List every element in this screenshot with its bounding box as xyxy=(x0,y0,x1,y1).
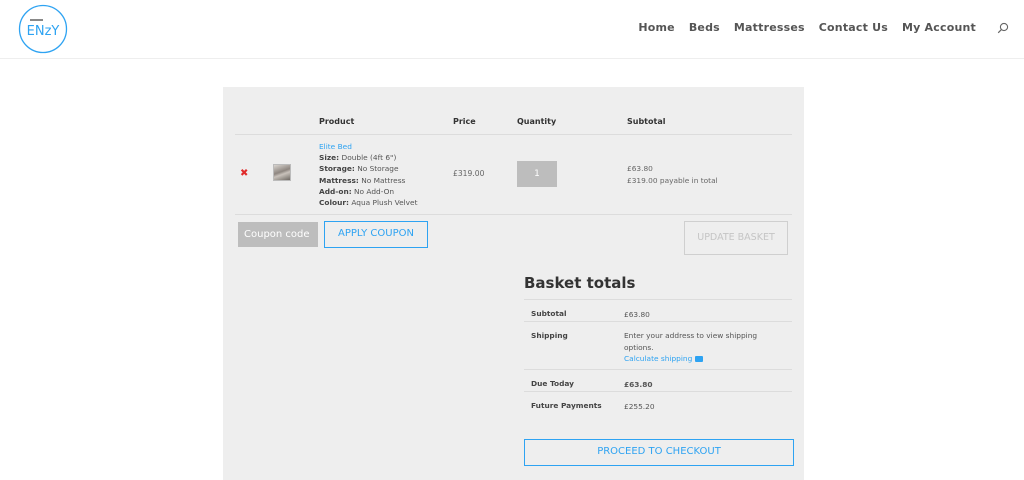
product-name-link[interactable]: Elite Bed xyxy=(319,141,418,152)
coupon-input[interactable]: Coupon code xyxy=(238,222,318,247)
proceed-to-checkout-button[interactable]: PROCEED TO CHECKOUT xyxy=(524,439,794,466)
nav-beds[interactable]: Beds xyxy=(689,21,720,34)
nav-contact-us[interactable]: Contact Us xyxy=(819,21,888,34)
quantity-input[interactable]: 1 xyxy=(517,161,557,187)
main-nav: Home Beds Mattresses Contact Us My Accou… xyxy=(638,21,976,34)
row-divider xyxy=(235,214,792,215)
update-basket-button[interactable]: UPDATE BASKET xyxy=(684,221,788,255)
shipping-text: Enter your address to view shipping opti… xyxy=(624,331,758,352)
nav-home[interactable]: Home xyxy=(638,21,675,34)
totals-row-shipping: Shipping Enter your address to view ship… xyxy=(524,321,792,369)
basket-panel: Product Price Quantity Subtotal ✖ Elite … xyxy=(223,87,804,480)
nav-mattresses[interactable]: Mattresses xyxy=(734,21,805,34)
totals-row-due-today: Due Today £63.80 xyxy=(524,369,792,391)
header-quantity: Quantity xyxy=(517,117,557,126)
basket-totals-title: Basket totals xyxy=(524,274,636,292)
attr-colour: Colour: Aqua Plush Velvet xyxy=(319,198,418,208)
header-price: Price xyxy=(453,117,476,126)
attr-mattress: Mattress: No Mattress xyxy=(319,175,406,185)
subtotal-note: £319.00 payable in total xyxy=(627,175,718,185)
item-price: £319.00 xyxy=(453,169,485,178)
item-subtotal: £63.80 £319.00 payable in total xyxy=(627,163,718,186)
remove-item-icon[interactable]: ✖ xyxy=(240,169,249,179)
nav-my-account[interactable]: My Account xyxy=(902,21,976,34)
product-thumbnail[interactable] xyxy=(273,164,291,181)
product-details: Elite Bed Size: Double (4ft 6") Storage:… xyxy=(319,141,418,208)
cart-table-header: Product Price Quantity Subtotal xyxy=(235,117,792,135)
apply-coupon-button[interactable]: APPLY COUPON xyxy=(324,221,428,248)
svg-text:ENzY: ENzY xyxy=(27,24,60,39)
header-product: Product xyxy=(319,117,355,126)
attr-storage: Storage: No Storage xyxy=(319,164,399,174)
search-icon[interactable] xyxy=(997,22,1009,34)
subtotal-amount: £63.80 xyxy=(627,164,653,173)
calculate-shipping-link[interactable]: Calculate shipping xyxy=(624,354,692,363)
truck-icon xyxy=(695,356,704,362)
totals-row-subtotal: Subtotal £63.80 xyxy=(524,299,792,321)
totals-row-future-payments: Future Payments £255.20 xyxy=(524,391,792,413)
attr-addon: Add-on: No Add-On xyxy=(319,186,395,196)
attr-size: Size: Double (4ft 6") xyxy=(319,153,397,163)
site-header: ENzY Home Beds Mattresses Contact Us My … xyxy=(0,0,1024,59)
enzy-logo[interactable]: ENzY xyxy=(18,4,68,54)
row-divider xyxy=(235,134,792,135)
header-subtotal: Subtotal xyxy=(627,117,666,126)
